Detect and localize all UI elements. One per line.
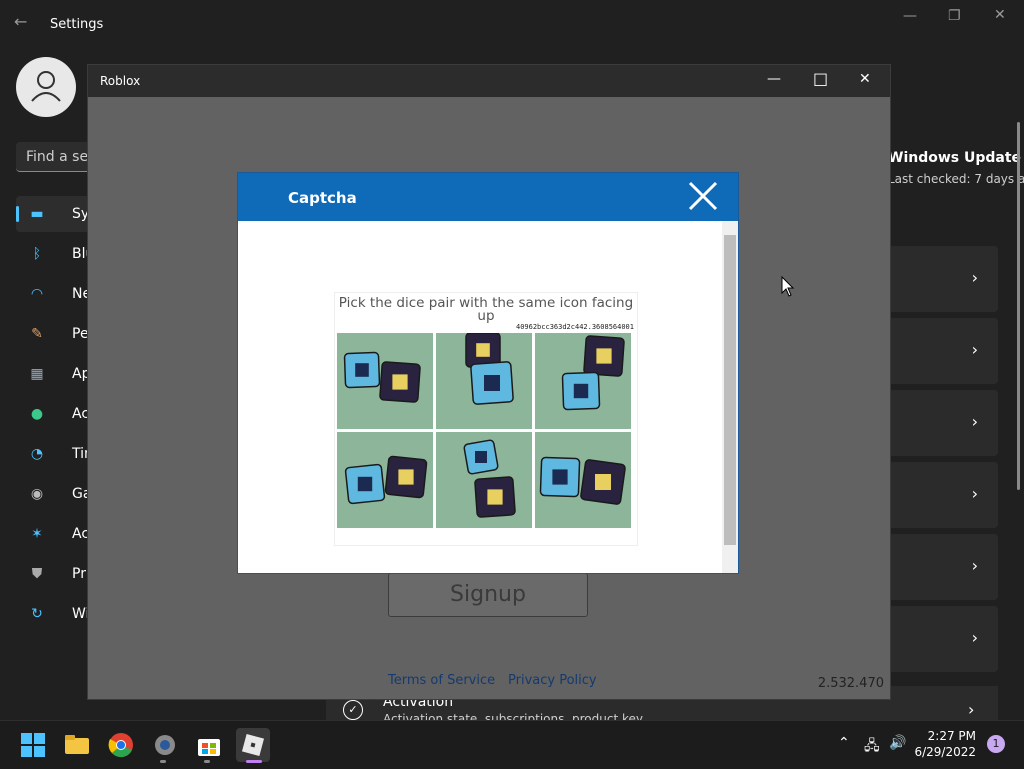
minimize-icon[interactable]: — bbox=[903, 8, 917, 24]
settings-icon[interactable] bbox=[152, 732, 178, 758]
update-icon: ↻ bbox=[31, 606, 43, 622]
apps-icon: ▦ bbox=[30, 366, 44, 382]
maximize-icon[interactable]: □ bbox=[813, 69, 828, 88]
bluetooth-icon: ᛒ bbox=[32, 246, 42, 262]
file-explorer-icon[interactable] bbox=[64, 732, 90, 758]
roblox-titlebar[interactable]: Roblox — □ ✕ bbox=[88, 65, 890, 97]
windows-update-subtitle: Last checked: 7 days ago bbox=[888, 172, 1024, 186]
accessibility-icon: ✶ bbox=[31, 526, 43, 542]
chevron-up-icon[interactable]: ⌃ bbox=[838, 735, 850, 751]
settings-card[interactable]: › bbox=[888, 318, 998, 384]
sidebar-item[interactable]: ●Accounts bbox=[16, 396, 96, 432]
captcha-challenge: Pick the dice pair with the same icon fa… bbox=[334, 292, 638, 546]
roblox-icon[interactable] bbox=[236, 728, 270, 762]
close-icon[interactable]: ✕ bbox=[859, 71, 871, 87]
check-circle-icon: ✓ bbox=[343, 700, 363, 720]
sidebar-item[interactable]: ◉Gaming bbox=[16, 476, 96, 512]
clock-date: 6/29/2022 bbox=[914, 745, 976, 759]
cursor-icon bbox=[781, 276, 795, 297]
running-indicator bbox=[204, 760, 210, 763]
restore-icon[interactable]: ❐ bbox=[948, 8, 961, 24]
sidebar-item[interactable]: ✎Personalization bbox=[16, 316, 96, 352]
chevron-right-icon: › bbox=[971, 340, 978, 359]
settings-card[interactable]: › bbox=[888, 606, 998, 672]
dice-image bbox=[436, 432, 532, 528]
dice-image bbox=[535, 432, 631, 528]
sidebar-item[interactable]: ◔Time & language bbox=[16, 436, 96, 472]
captcha-tile[interactable] bbox=[436, 432, 532, 528]
settings-card[interactable]: › bbox=[888, 390, 998, 456]
windows-update-title: Windows Update bbox=[888, 150, 1022, 166]
sidebar-item[interactable]: ▬System bbox=[16, 196, 96, 232]
captcha-code: 40962bcc363d2c442.3608564001 bbox=[515, 323, 634, 331]
chevron-right-icon: › bbox=[971, 484, 978, 503]
dice-image bbox=[436, 333, 532, 429]
close-icon[interactable] bbox=[686, 179, 720, 213]
gamepad-icon: ◉ bbox=[30, 486, 44, 502]
avatar[interactable] bbox=[16, 57, 76, 117]
clock-time: 2:27 PM bbox=[927, 729, 976, 743]
sidebar-item[interactable]: ◠Network & internet bbox=[16, 276, 96, 312]
signup-button[interactable]: Signup bbox=[388, 573, 588, 617]
captcha-scroll-thumb[interactable] bbox=[724, 235, 736, 545]
monitor-icon: ▬ bbox=[30, 206, 44, 222]
network-icon[interactable]: 🖧 bbox=[864, 735, 880, 759]
version-label: 2.532.470 bbox=[817, 676, 884, 691]
sidebar-item[interactable]: ✶Accessibility bbox=[16, 516, 96, 552]
clock[interactable]: 2:27 PM 6/29/2022 bbox=[914, 728, 976, 760]
start-icon[interactable] bbox=[20, 732, 46, 758]
wifi-icon: ◠ bbox=[30, 286, 44, 302]
sidebar-item[interactable]: ᛒBluetooth & devices bbox=[16, 236, 96, 272]
sidebar-item[interactable]: ⛊Privacy & security bbox=[16, 556, 96, 592]
shield-icon: ⛊ bbox=[31, 566, 43, 582]
captcha-tile[interactable] bbox=[535, 333, 631, 429]
captcha-title: Captcha bbox=[288, 189, 357, 207]
chevron-right-icon: › bbox=[971, 556, 978, 575]
store-icon[interactable] bbox=[196, 732, 222, 758]
running-indicator bbox=[160, 760, 166, 763]
brush-icon: ✎ bbox=[31, 326, 43, 342]
chrome-icon[interactable] bbox=[108, 732, 134, 758]
chevron-right-icon: › bbox=[971, 628, 978, 647]
minimize-icon[interactable]: — bbox=[767, 71, 781, 87]
sidebar-item[interactable]: ▦Apps bbox=[16, 356, 96, 392]
settings-card[interactable]: › bbox=[888, 534, 998, 600]
captcha-prompt: Pick the dice pair with the same icon fa… bbox=[338, 295, 634, 324]
person-icon: ● bbox=[30, 406, 44, 422]
dice-image bbox=[535, 333, 631, 429]
roblox-title: Roblox bbox=[100, 74, 141, 88]
notification-badge[interactable]: 1 bbox=[987, 735, 1005, 753]
chevron-right-icon: › bbox=[971, 412, 978, 431]
settings-card[interactable]: › bbox=[888, 462, 998, 528]
clock-globe-icon: ◔ bbox=[30, 446, 44, 462]
volume-icon[interactable]: 🔊 bbox=[889, 735, 906, 751]
dice-image bbox=[337, 432, 433, 528]
captcha-header: Captcha bbox=[238, 173, 738, 221]
sidebar-item[interactable]: ↻Windows Update bbox=[16, 596, 96, 632]
user-icon bbox=[31, 71, 61, 102]
settings-card[interactable]: › bbox=[888, 246, 998, 312]
settings-scrollbar[interactable] bbox=[1017, 122, 1020, 490]
captcha-tile[interactable] bbox=[535, 432, 631, 528]
captcha-tile[interactable] bbox=[337, 432, 433, 528]
captcha-tile[interactable] bbox=[337, 333, 433, 429]
settings-title: Settings bbox=[50, 17, 104, 32]
dice-image bbox=[337, 333, 433, 429]
back-arrow-icon[interactable]: ← bbox=[14, 12, 27, 31]
chevron-right-icon: › bbox=[971, 268, 978, 287]
terms-link[interactable]: Terms of Service bbox=[388, 673, 495, 688]
close-icon[interactable]: ✕ bbox=[994, 7, 1006, 23]
chevron-right-icon: › bbox=[968, 700, 975, 719]
running-indicator bbox=[246, 760, 262, 763]
privacy-link[interactable]: Privacy Policy bbox=[508, 673, 597, 688]
captcha-tile[interactable] bbox=[436, 333, 532, 429]
